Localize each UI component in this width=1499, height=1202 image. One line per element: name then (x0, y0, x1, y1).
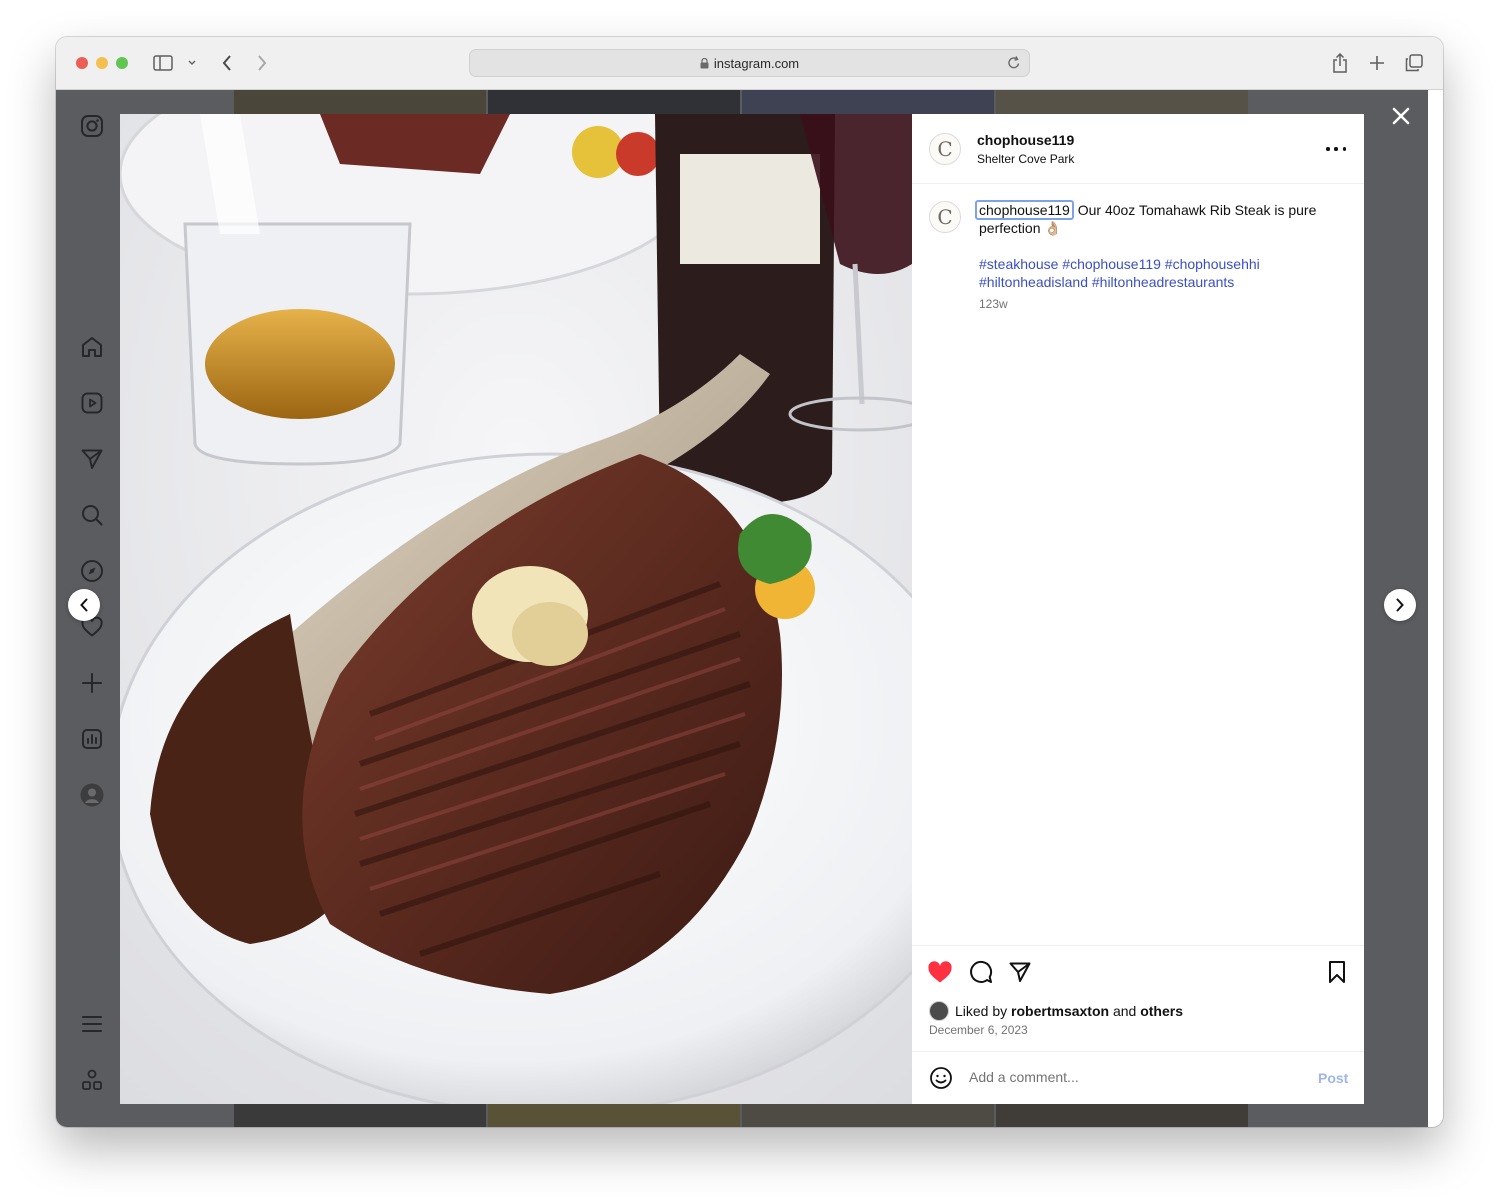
author-avatar[interactable]: C (929, 133, 961, 165)
chevron-down-icon[interactable] (186, 51, 198, 75)
reels-icon[interactable] (78, 389, 106, 417)
zoom-window-button[interactable] (116, 57, 128, 69)
explore-icon[interactable] (78, 557, 106, 585)
post-location[interactable]: Shelter Cove Park (977, 152, 1074, 166)
next-post-arrow-icon[interactable] (1384, 589, 1416, 621)
post-header: C chophouse119 Shelter Cove Park (912, 114, 1364, 184)
likes-others-link[interactable]: others (1140, 1003, 1183, 1019)
profile-avatar-icon[interactable] (78, 781, 106, 809)
back-arrow-icon[interactable] (218, 51, 236, 75)
save-bookmark-icon[interactable] (1324, 959, 1350, 985)
messages-icon[interactable] (78, 445, 106, 473)
reload-icon[interactable] (1007, 55, 1021, 76)
emoji-icon[interactable] (929, 1066, 953, 1090)
caption-hashtags[interactable]: #steakhouse #chophouse119 #chophousehhi … (979, 255, 1339, 291)
likes-conjunction: and (1112, 1003, 1137, 1019)
like-heart-icon[interactable] (927, 959, 953, 985)
liker-username[interactable]: robertmsaxton (1011, 1003, 1109, 1019)
lock-icon (700, 57, 709, 72)
browser-toolbar: instagram.com (56, 37, 1443, 90)
post-actions (912, 945, 1364, 983)
share-icon[interactable] (1329, 51, 1351, 75)
close-window-button[interactable] (76, 57, 88, 69)
previous-post-arrow-icon[interactable] (68, 589, 100, 621)
url-text: instagram.com (713, 56, 800, 71)
browser-window: instagram.com C chophouse119 Shelter Cov… (56, 37, 1443, 1127)
minimize-window-button[interactable] (96, 57, 108, 69)
post-caption: chophouse119 Our 40oz Tomahawk Rib Steak… (975, 200, 1339, 237)
instagram-logo-icon[interactable] (78, 112, 106, 140)
comment-bar: Post (912, 1051, 1364, 1104)
comment-icon[interactable] (968, 959, 994, 985)
more-apps-icon[interactable] (78, 1066, 106, 1094)
address-bar[interactable]: instagram.com (469, 49, 1030, 77)
sidebar-toggle-icon[interactable] (152, 51, 174, 75)
liker-avatar[interactable] (929, 1001, 949, 1021)
home-icon[interactable] (78, 333, 106, 361)
insights-icon[interactable] (78, 725, 106, 753)
comment-input[interactable] (969, 1069, 1289, 1085)
steak-photo-image (120, 114, 912, 1104)
page-scroll-track[interactable] (1428, 90, 1443, 1127)
post-details-panel: C chophouse119 Shelter Cove Park C choph… (912, 114, 1364, 1104)
more-options-icon[interactable] (1326, 140, 1346, 158)
menu-icon[interactable] (78, 1010, 106, 1038)
likes-summary: Liked by robertmsaxton and others (929, 1001, 1183, 1021)
post-date: December 6, 2023 (929, 1023, 1028, 1037)
share-post-icon[interactable] (1007, 959, 1033, 985)
forward-arrow-icon[interactable] (253, 51, 271, 75)
search-icon[interactable] (78, 501, 106, 529)
page-content: C chophouse119 Shelter Cove Park C choph… (56, 90, 1428, 1127)
post-photo (120, 114, 912, 1104)
likes-prefix: Liked by (955, 1003, 1008, 1019)
close-icon[interactable] (1389, 104, 1413, 128)
caption-avatar[interactable]: C (929, 201, 961, 233)
new-tab-icon[interactable] (1366, 51, 1388, 75)
post-comment-button[interactable]: Post (1318, 1070, 1348, 1086)
author-username[interactable]: chophouse119 (977, 132, 1074, 148)
tab-overview-icon[interactable] (1403, 51, 1425, 75)
create-plus-icon[interactable] (78, 669, 106, 697)
caption-age: 123w (979, 297, 1008, 311)
caption-username[interactable]: chophouse119 (975, 200, 1074, 220)
